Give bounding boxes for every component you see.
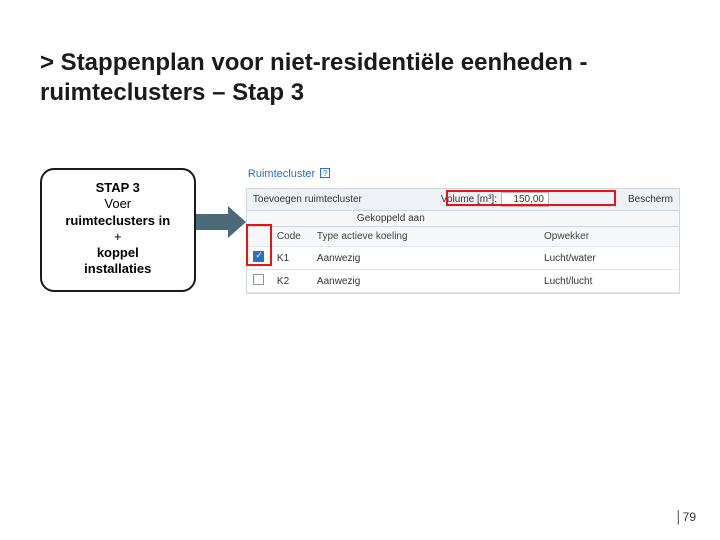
app-screenshot: Ruimtecluster ? Toevoegen ruimtecluster … [246, 168, 680, 298]
arrow-right-icon [194, 206, 244, 238]
breadcrumb-text: Ruimtecluster [248, 168, 315, 180]
page-title: > Stappenplan voor niet-residentiële een… [40, 48, 680, 108]
cell-opwekker: Lucht/lucht [538, 270, 679, 293]
gekoppeld-label: Gekoppeld aan [247, 211, 679, 227]
koeling-table: Code Type actieve koeling Opwekker K1 Aa… [247, 227, 679, 293]
table-row: K2 Aanwezig Lucht/lucht [247, 270, 679, 293]
table-row: K1 Aanwezig Lucht/water [247, 247, 679, 270]
beschermd-label: Bescherm [628, 194, 673, 205]
step-line-5: installaties [48, 261, 188, 277]
highlight-checkboxes [246, 224, 272, 266]
panel-title: Toevoegen ruimtecluster [253, 194, 362, 205]
col-opwekker: Opwekker [538, 227, 679, 247]
col-type: Type actieve koeling [311, 227, 538, 247]
help-icon: ? [320, 168, 330, 178]
breadcrumb: Ruimtecluster ? [248, 168, 330, 180]
page-number: │79 [675, 510, 696, 524]
checkbox[interactable] [253, 274, 264, 285]
step-box: STAP 3 Voer ruimteclusters in + koppel i… [40, 168, 196, 292]
step-line-2: ruimteclusters in [48, 213, 188, 229]
cell-type: Aanwezig [311, 247, 538, 270]
step-line-3: + [48, 229, 188, 245]
col-code: Code [271, 227, 311, 247]
step-line-1: Voer [48, 196, 188, 212]
cell-opwekker: Lucht/water [538, 247, 679, 270]
highlight-volume [446, 190, 616, 206]
cell-code: K2 [271, 270, 311, 293]
cell-code: K1 [271, 247, 311, 270]
cell-type: Aanwezig [311, 270, 538, 293]
step-line-4: koppel [48, 245, 188, 261]
step-label: STAP 3 [48, 180, 188, 196]
